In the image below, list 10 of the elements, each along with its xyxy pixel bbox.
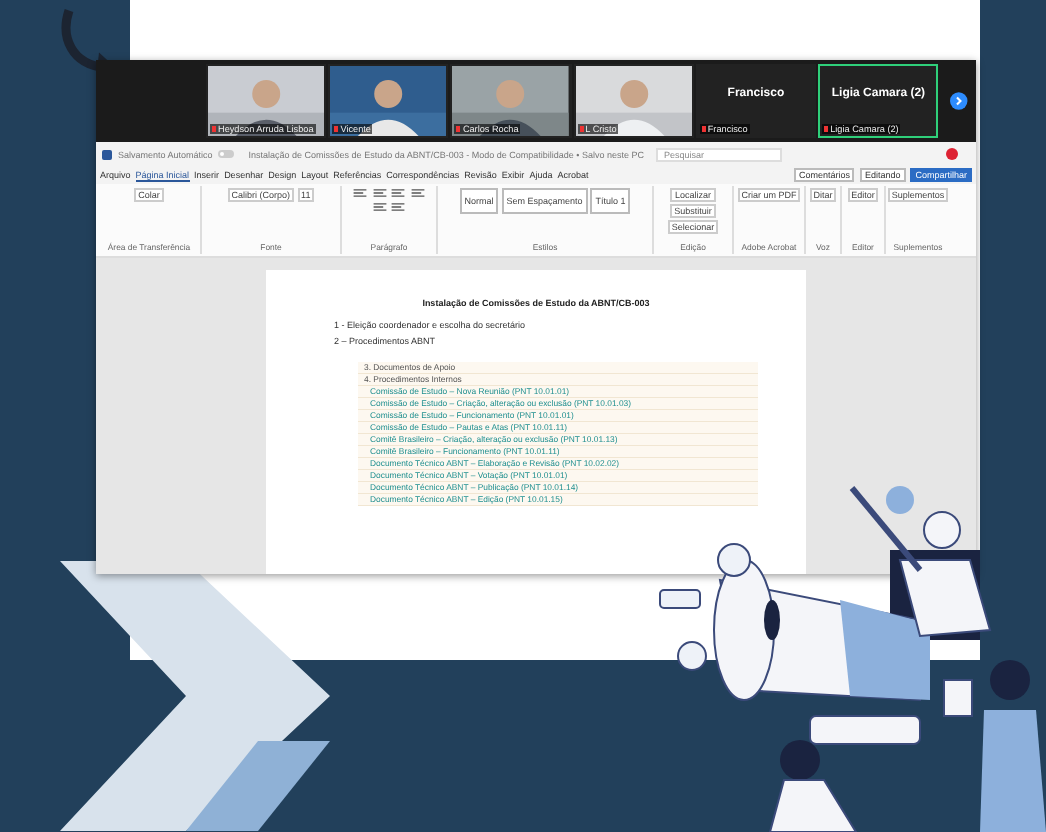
word-logo-icon [102, 149, 112, 159]
format-icon[interactable] [409, 188, 426, 198]
format-icon[interactable] [371, 188, 388, 198]
format-icon[interactable] [371, 201, 388, 211]
format-icon[interactable] [390, 188, 407, 198]
autosave-toggle[interactable] [218, 150, 235, 158]
format-icon[interactable] [390, 201, 407, 211]
format-icon[interactable] [352, 188, 369, 198]
avatar-icon[interactable] [946, 148, 958, 160]
next-arrow-icon[interactable] [950, 92, 969, 110]
